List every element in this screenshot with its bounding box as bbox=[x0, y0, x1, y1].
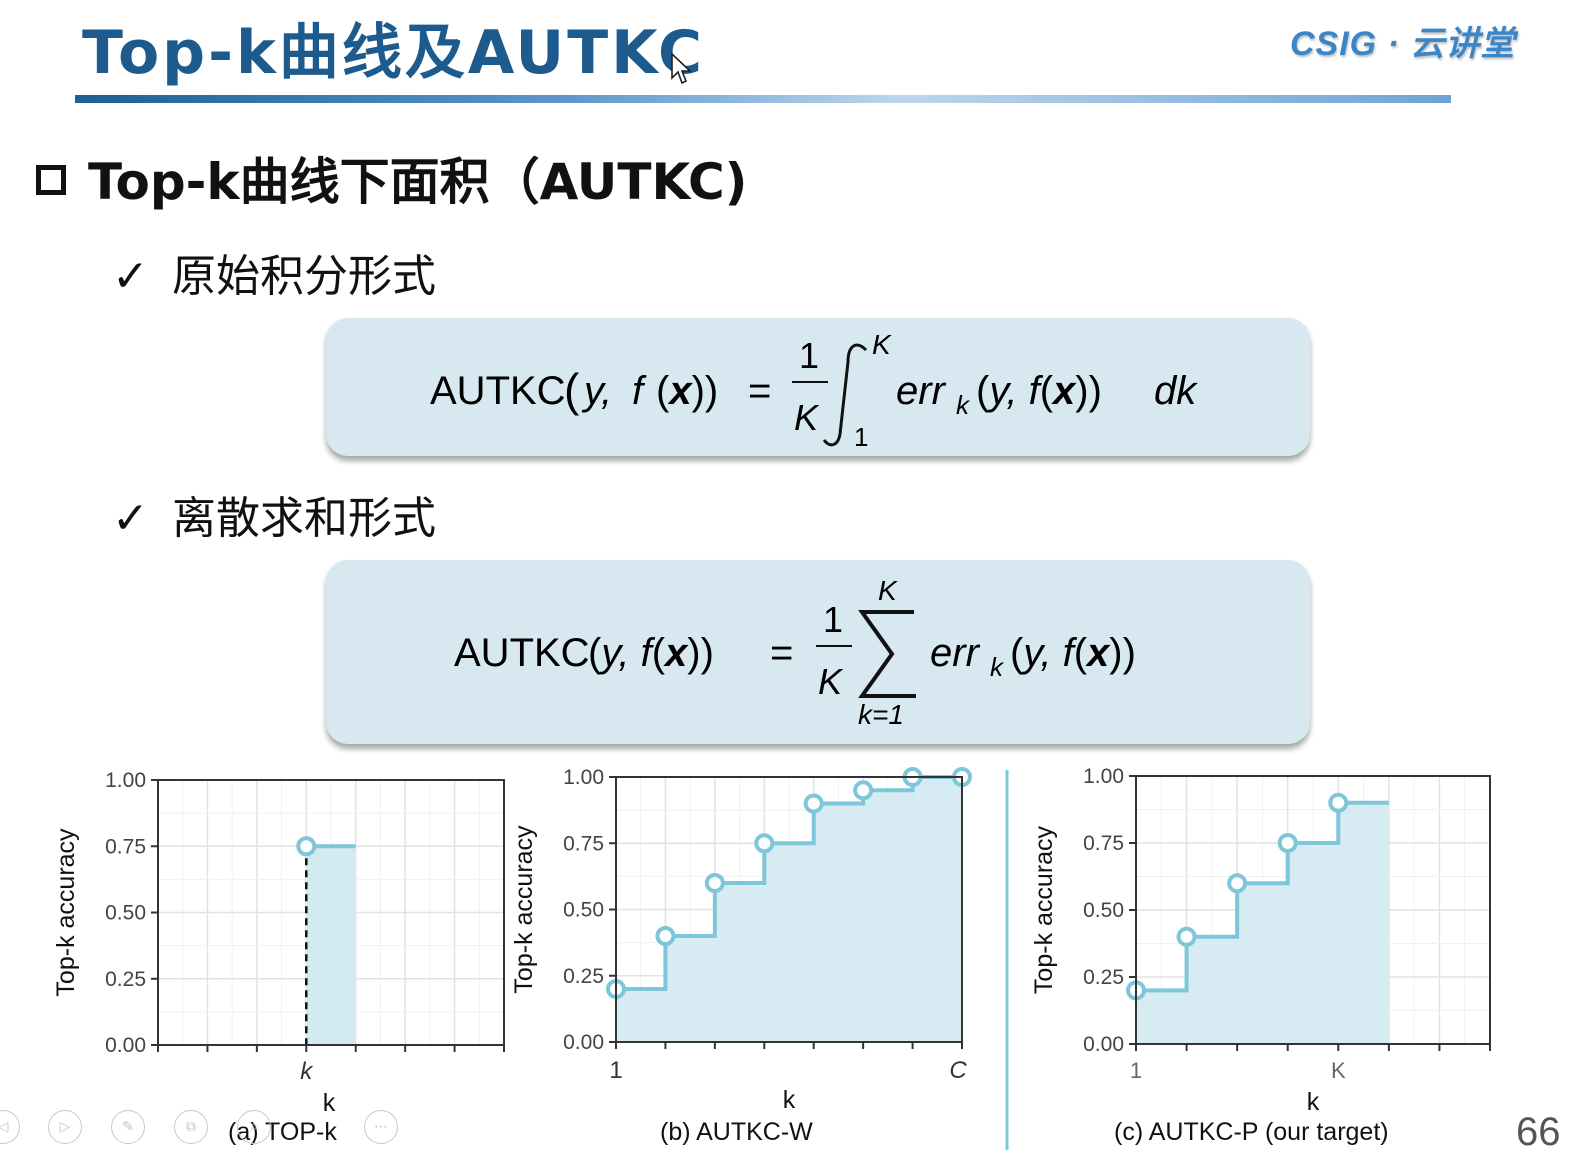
y-tick-label: 0.00 bbox=[1083, 1033, 1124, 1056]
integral-formula-box: AUTKC ( y, f (x)) = 1 K K 1 err k (y, f(… bbox=[326, 318, 1310, 456]
integral-lower: 1 bbox=[854, 422, 868, 452]
integral-upper: K bbox=[872, 329, 892, 360]
formula-sub: k bbox=[990, 652, 1005, 682]
sum-formula-box: AUTKC (y, f(x)) = 1 K K k=1 err k (y, f(… bbox=[326, 560, 1310, 744]
formula-equals: = bbox=[770, 631, 793, 675]
sum-lower: k=1 bbox=[858, 699, 904, 730]
data-point bbox=[754, 833, 775, 854]
sum-formula: AUTKC (y, f(x)) = 1 K K k=1 err k (y, f(… bbox=[454, 575, 1136, 730]
data-point bbox=[853, 780, 874, 801]
data-point bbox=[803, 793, 824, 814]
more-options-button[interactable]: ⋯ bbox=[364, 1110, 398, 1144]
y-tick-label: 0.25 bbox=[105, 968, 146, 991]
x-tick-label: C bbox=[949, 1057, 967, 1084]
y-tick-label: 0.25 bbox=[1083, 966, 1124, 989]
formula-err: err bbox=[930, 631, 981, 675]
data-point bbox=[1328, 792, 1349, 813]
page-number: 66 bbox=[1516, 1110, 1561, 1154]
pen-tool-button[interactable]: ✎ bbox=[111, 1110, 145, 1144]
data-point bbox=[655, 926, 676, 946]
y-tick-label: 0.00 bbox=[563, 1031, 604, 1054]
mouse-cursor-icon bbox=[671, 52, 693, 85]
formula-f: f bbox=[632, 369, 647, 413]
formula-lhs: AUTKC bbox=[454, 631, 590, 675]
formula-err: err bbox=[896, 369, 947, 413]
y-axis-label: Top-k accuracy bbox=[510, 825, 538, 994]
formula-y: y, bbox=[581, 369, 612, 413]
charts-area: 0.000.250.500.751.00kkTop-k accuracy0.00… bbox=[52, 765, 1491, 1150]
formula-sub: k bbox=[956, 390, 971, 420]
title-divider bbox=[75, 95, 1451, 103]
area-fill bbox=[306, 846, 356, 1045]
x-axis-label: k bbox=[323, 1089, 336, 1117]
x-axis-label: k bbox=[783, 1086, 796, 1114]
formula-denominator: K bbox=[818, 661, 844, 702]
chart-caption-c: (c) AUTKC-P (our target) bbox=[1114, 1118, 1389, 1146]
zoom-button[interactable]: ⌕ bbox=[237, 1110, 271, 1144]
y-tick-label: 0.25 bbox=[563, 965, 604, 988]
x-tick-label: 1 bbox=[609, 1057, 622, 1084]
data-point bbox=[704, 873, 725, 893]
bullet-integral: ✓ 原始积分形式 bbox=[112, 240, 436, 304]
csig-logo: CSIG · 云讲堂 bbox=[1290, 25, 1516, 63]
formula-numerator: 1 bbox=[823, 599, 843, 640]
y-tick-label: 0.50 bbox=[1083, 899, 1124, 922]
checkmark-icon: ✓ bbox=[112, 493, 149, 544]
bullet-label: 离散求和形式 bbox=[172, 493, 436, 544]
section-heading: Top-k曲线下面积（AUTKC) bbox=[36, 142, 748, 214]
formula-rhs-args: (y, f(x)) bbox=[976, 369, 1102, 413]
y-tick-label: 1.00 bbox=[105, 769, 146, 792]
y-tick-label: 1.00 bbox=[563, 766, 604, 789]
data-point bbox=[1227, 873, 1248, 894]
x-tick-label: k bbox=[300, 1058, 314, 1085]
formula-rhs-args: (y, f(x)) bbox=[1010, 631, 1136, 675]
y-tick-label: 0.75 bbox=[563, 832, 604, 855]
formula-denominator: K bbox=[794, 397, 820, 438]
data-point bbox=[1277, 833, 1298, 853]
x-tick-label: K bbox=[1331, 1058, 1346, 1083]
play-button[interactable]: ▷ bbox=[48, 1110, 82, 1144]
y-axis-label: Top-k accuracy bbox=[52, 828, 80, 997]
y-axis-label: Top-k accuracy bbox=[1030, 825, 1058, 994]
y-tick-label: 0.75 bbox=[1083, 832, 1124, 855]
square-bullet-icon bbox=[36, 165, 66, 195]
formula-lhs: AUTKC bbox=[430, 369, 566, 413]
data-point bbox=[1176, 926, 1197, 947]
bullet-label: 原始积分形式 bbox=[172, 251, 436, 302]
slide-title: Top-k曲线及AUTKC bbox=[82, 18, 706, 88]
summation-sign-icon bbox=[858, 610, 916, 698]
y-tick-label: 1.00 bbox=[1083, 765, 1124, 788]
sum-upper: K bbox=[878, 575, 898, 606]
y-tick-label: 0.00 bbox=[105, 1034, 146, 1057]
checkmark-icon: ✓ bbox=[112, 251, 149, 302]
y-tick-label: 0.50 bbox=[563, 899, 604, 922]
y-tick-label: 0.75 bbox=[105, 835, 146, 858]
formula-numerator: 1 bbox=[799, 335, 819, 376]
y-tick-label: 0.50 bbox=[105, 902, 146, 925]
x-axis-label: k bbox=[1307, 1088, 1320, 1116]
bullet-sum: ✓ 离散求和形式 bbox=[112, 482, 436, 546]
section-heading-text: Top-k曲线下面积（AUTKC) bbox=[88, 153, 748, 211]
chart-caption-b: (b) AUTKC-W bbox=[660, 1118, 813, 1146]
formula-x: (x)) bbox=[656, 369, 718, 413]
formula-equals: = bbox=[748, 369, 771, 413]
formula-dk: dk bbox=[1154, 369, 1198, 413]
x-tick-label: 1 bbox=[1130, 1058, 1142, 1083]
formula-lhs-args: (y, f(x)) bbox=[588, 631, 714, 675]
formula-args-open: ( bbox=[564, 364, 580, 416]
data-point bbox=[296, 836, 317, 857]
slides-overview-button[interactable]: ⧉ bbox=[174, 1110, 208, 1144]
integral-formula: AUTKC ( y, f (x)) = 1 K K 1 err k (y, f(… bbox=[430, 329, 1198, 452]
